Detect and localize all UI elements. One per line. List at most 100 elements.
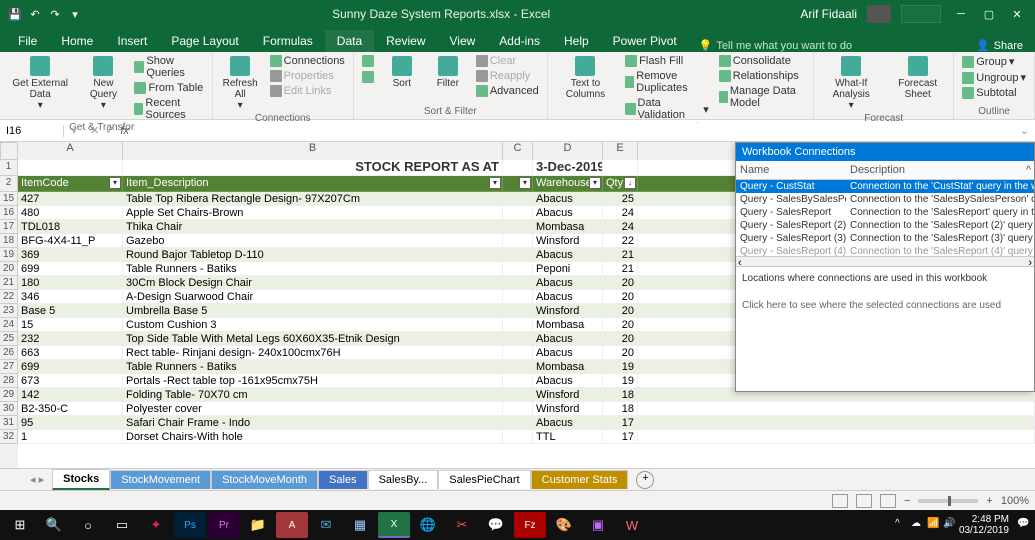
refresh-all-button[interactable]: Refresh All▾ <box>219 54 262 113</box>
zoom-level[interactable]: 100% <box>1001 495 1029 507</box>
sort-desc-button[interactable] <box>360 70 376 84</box>
sort-asc-button[interactable] <box>360 54 376 68</box>
filter-icon[interactable]: ▾ <box>589 177 601 189</box>
tab-powerpivot[interactable]: Power Pivot <box>601 30 689 52</box>
get-external-data-button[interactable]: Get External Data▾ <box>6 54 74 113</box>
file-explorer-icon[interactable]: 📁 <box>242 512 274 538</box>
premiere-icon[interactable]: Pr <box>208 512 240 538</box>
sheet-tab-stockmovemonth[interactable]: StockMoveMonth <box>211 470 318 489</box>
expand-formula-icon[interactable]: ⌄ <box>1020 124 1029 137</box>
sheet-tab-customerstats[interactable]: Customer Stats <box>531 470 629 489</box>
cancel-icon[interactable]: ✕ <box>90 124 99 137</box>
tab-formulas[interactable]: Formulas <box>251 30 325 52</box>
reapply-button[interactable]: Reapply <box>474 69 541 83</box>
paint-icon[interactable]: 🎨 <box>548 512 580 538</box>
sheet-nav-icon[interactable]: ◂ ▸ <box>30 473 44 486</box>
data-validation-button[interactable]: Data Validation ▾ <box>623 96 711 122</box>
zoom-out-button[interactable]: − <box>904 495 910 507</box>
select-all-button[interactable] <box>0 142 18 160</box>
tab-view[interactable]: View <box>438 30 488 52</box>
start-button[interactable]: ⊞ <box>4 512 36 538</box>
maximize-button[interactable]: ▢ <box>975 0 1003 28</box>
photoshop-icon[interactable]: Ps <box>174 512 206 538</box>
filter-icon[interactable]: ▾ <box>109 177 121 189</box>
chrome-icon[interactable]: 🌐 <box>412 512 444 538</box>
filter-button[interactable]: Filter <box>428 54 468 91</box>
redo-icon[interactable]: ↷ <box>48 7 62 21</box>
tab-help[interactable]: Help <box>552 30 601 52</box>
filezilla-icon[interactable]: Fz <box>514 512 546 538</box>
excel-icon[interactable]: X <box>378 512 410 538</box>
text-to-columns-button[interactable]: Text to Columns <box>554 54 617 102</box>
filter-icon[interactable]: ▾ <box>519 177 531 189</box>
relationships-button[interactable]: Relationships <box>717 69 807 83</box>
fx-icon[interactable]: fx <box>120 125 129 137</box>
col-header-a[interactable]: A <box>18 142 123 160</box>
page-layout-view-icon[interactable] <box>856 494 872 508</box>
recent-sources-button[interactable]: Recent Sources <box>132 96 205 122</box>
save-icon[interactable]: 💾 <box>8 7 22 21</box>
group-button[interactable]: Group ▾ <box>960 54 1028 69</box>
flash-fill-button[interactable]: Flash Fill <box>623 54 711 68</box>
tab-addins[interactable]: Add-ins <box>487 30 552 52</box>
locations-hint[interactable]: Click here to see where the selected con… <box>736 290 1034 321</box>
col-header-b[interactable]: B <box>123 142 503 160</box>
ungroup-button[interactable]: Ungroup ▾ <box>960 70 1028 85</box>
subtotal-button[interactable]: Subtotal <box>960 86 1028 100</box>
tab-file[interactable]: File <box>6 30 49 52</box>
from-table-button[interactable]: From Table <box>132 81 205 95</box>
worksheet-grid[interactable]: A B C D E 1 2 15161718192021222324252627… <box>0 142 1035 468</box>
sort-desc-icon[interactable]: ↓ <box>624 177 636 189</box>
system-clock[interactable]: 2:48 PM03/12/2019 <box>959 514 1009 536</box>
zoom-slider[interactable] <box>918 499 978 503</box>
sheet-tab-salesby[interactable]: SalesBy... <box>368 470 439 489</box>
table-row[interactable]: 95Safari Chair Frame - IndoAbacus17 <box>18 416 1035 430</box>
name-box[interactable]: I16 <box>0 125 64 137</box>
cortana-icon[interactable]: ○ <box>72 512 104 538</box>
screenshot-icon[interactable]: ▣ <box>582 512 614 538</box>
new-query-button[interactable]: New Query▾ <box>80 54 126 113</box>
consolidate-button[interactable]: Consolidate <box>717 54 807 68</box>
col-header-e[interactable]: E <box>603 142 638 160</box>
sheet-tab-salespiechart[interactable]: SalesPieChart <box>438 470 530 489</box>
access-icon[interactable]: A <box>276 512 308 538</box>
ribbon-display-options[interactable] <box>901 5 941 23</box>
sort-button[interactable]: Sort <box>382 54 422 91</box>
tell-me-search[interactable]: 💡 Tell me what you want to do <box>699 39 852 52</box>
row-headers[interactable]: 1 2 151617181920212223242526272829303132 <box>0 160 18 468</box>
col-name[interactable]: Name <box>736 161 846 179</box>
formula-input[interactable] <box>135 123 1014 138</box>
col-header-d[interactable]: D <box>533 142 603 160</box>
network-icon[interactable]: 📶 <box>927 518 941 532</box>
what-if-button[interactable]: What-If Analysis▾ <box>820 54 882 113</box>
remove-duplicates-button[interactable]: Remove Duplicates <box>623 69 711 95</box>
connections-list[interactable]: Query - CustStatConnection to the 'CustS… <box>736 180 1034 256</box>
col-description[interactable]: Description <box>846 161 1022 179</box>
volume-icon[interactable]: 🔊 <box>943 518 957 532</box>
table-row[interactable]: B2-350-CPolyester coverWinsford18 <box>18 402 1035 416</box>
sheet-tab-sales[interactable]: Sales <box>318 470 368 489</box>
tray-chevron-icon[interactable]: ^ <box>895 518 909 532</box>
tab-data[interactable]: Data <box>325 30 374 52</box>
whatsapp-icon[interactable]: 💬 <box>480 512 512 538</box>
wps-icon[interactable]: W <box>616 512 648 538</box>
new-sheet-button[interactable]: + <box>636 471 654 489</box>
normal-view-icon[interactable] <box>832 494 848 508</box>
tab-pagelayout[interactable]: Page Layout <box>159 30 250 52</box>
sheet-tab-stockmovement[interactable]: StockMovement <box>110 470 211 489</box>
edit-links-button[interactable]: Edit Links <box>268 84 347 98</box>
forecast-sheet-button[interactable]: Forecast Sheet <box>888 54 947 102</box>
onedrive-icon[interactable]: ☁ <box>911 518 925 532</box>
tab-insert[interactable]: Insert <box>105 30 159 52</box>
notifications-icon[interactable]: 💬 <box>1017 518 1031 532</box>
share-button[interactable]: 👤 Share <box>976 39 1023 52</box>
page-break-view-icon[interactable] <box>880 494 896 508</box>
clear-button[interactable]: Clear <box>474 54 541 68</box>
zoom-in-button[interactable]: + <box>986 495 992 507</box>
scrollbar[interactable]: ‹› <box>736 256 1034 266</box>
close-button[interactable]: ✕ <box>1003 0 1031 28</box>
tab-review[interactable]: Review <box>374 30 437 52</box>
calculator-icon[interactable]: ▦ <box>344 512 376 538</box>
tab-home[interactable]: Home <box>49 30 105 52</box>
snipping-icon[interactable]: ✂ <box>446 512 478 538</box>
